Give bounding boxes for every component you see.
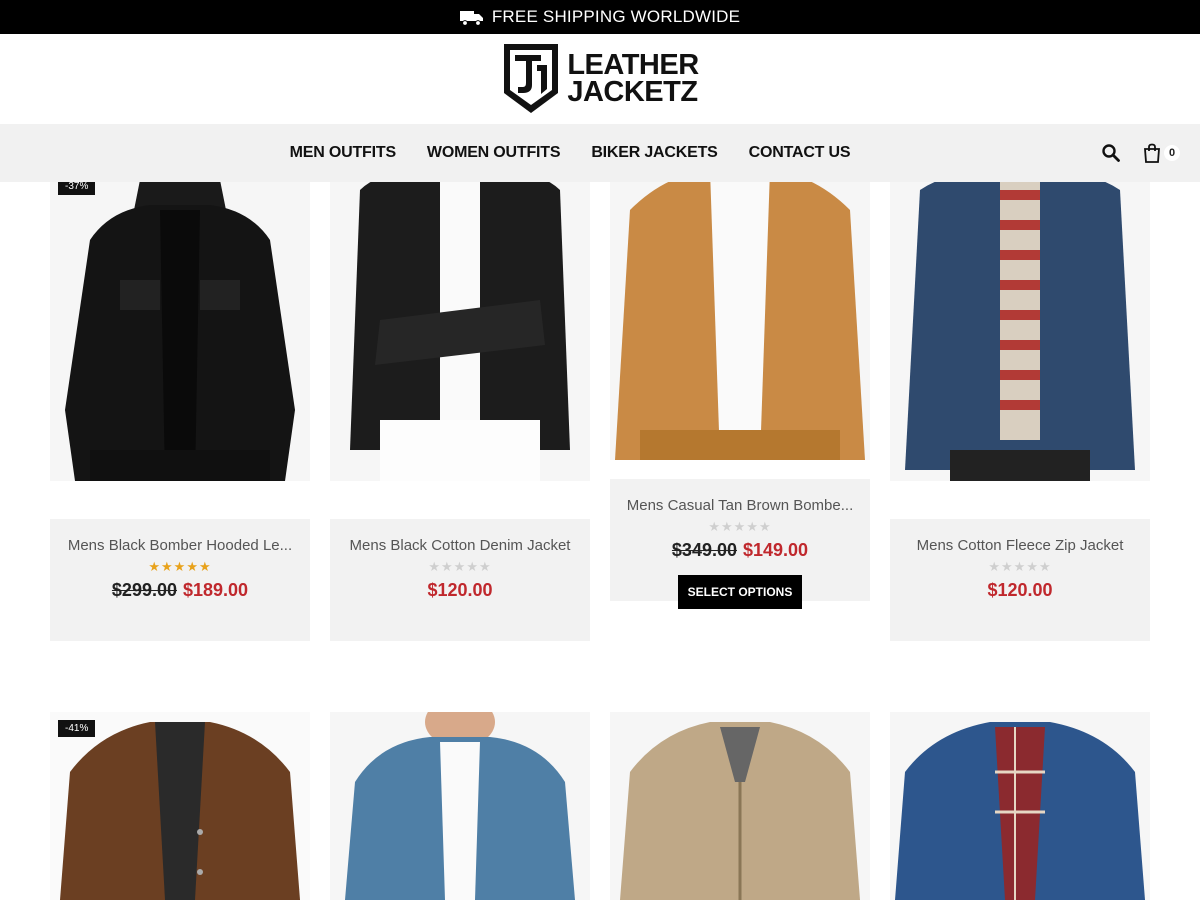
search-icon[interactable]: [1102, 144, 1120, 162]
product-info: Mens Black Cotton Denim Jacket ★★★★★ $12…: [330, 519, 590, 641]
nav-women-outfits[interactable]: WOMEN OUTFITS: [427, 144, 561, 162]
logo-line1: LEATHER: [567, 49, 699, 81]
product-name[interactable]: Mens Casual Tan Brown Bombe...: [610, 497, 870, 514]
nav-men-outfits[interactable]: MEN OUTFITS: [290, 144, 396, 162]
product-name[interactable]: Mens Cotton Fleece Zip Jacket: [890, 537, 1150, 554]
product-image[interactable]: [610, 712, 870, 900]
sale-price: $120.00: [427, 580, 493, 600]
sale-price: $189.00: [183, 580, 249, 600]
product-image[interactable]: [890, 712, 1150, 900]
cart-count: 0: [1164, 145, 1180, 161]
product-info: Mens Casual Tan Brown Bombe... ★★★★★ $34…: [610, 479, 870, 609]
main-nav: MEN OUTFITS WOMEN OUTFITS BIKER JACKETS …: [0, 124, 1200, 182]
shipping-text: FREE SHIPPING WORLDWIDE: [491, 7, 741, 26]
logo-wordmark: LEATHER JACKETZ: [567, 49, 699, 108]
truck-icon: [459, 11, 483, 26]
product-price: $299.00 $189.00: [50, 580, 310, 601]
product-price: $120.00: [890, 580, 1150, 601]
select-options-button[interactable]: SELECT OPTIONS: [677, 575, 803, 609]
nav-contact-us[interactable]: CONTACT US: [749, 144, 851, 162]
product-image[interactable]: [330, 712, 590, 900]
logo-line2: JACKETZ: [567, 76, 698, 108]
sale-price: $149.00: [743, 540, 809, 560]
header: LEATHER JACKETZ: [0, 34, 1200, 124]
rating-stars: ★★★★★: [708, 519, 772, 534]
rating-stars: ★★★★★: [148, 559, 212, 574]
product-name[interactable]: Mens Black Cotton Denim Jacket: [330, 537, 590, 554]
product-image[interactable]: [330, 170, 590, 481]
product-name[interactable]: Mens Black Bomber Hooded Le...: [50, 537, 310, 554]
old-price: $299.00: [111, 580, 177, 600]
shopping-bag-icon: [1144, 143, 1160, 163]
product-image[interactable]: [50, 170, 310, 481]
rating-stars: ★★★★★: [988, 559, 1052, 574]
shipping-banner: FREE SHIPPING WORLDWIDE: [0, 0, 1200, 34]
product-price: $120.00: [330, 580, 590, 601]
nav-biker-jackets[interactable]: BIKER JACKETS: [591, 144, 718, 162]
product-image[interactable]: [50, 712, 310, 900]
product-price: $349.00 $149.00: [610, 540, 870, 561]
product-image[interactable]: [890, 170, 1150, 481]
product-image[interactable]: [610, 170, 870, 460]
sale-price: $120.00: [987, 580, 1053, 600]
product-info: Mens Black Bomber Hooded Le... ★★★★★ $29…: [50, 519, 310, 641]
cart-button[interactable]: 0: [1142, 143, 1180, 163]
product-info: Mens Cotton Fleece Zip Jacket ★★★★★ $120…: [890, 519, 1150, 641]
sale-badge: -41%: [58, 720, 96, 737]
rating-stars: ★★★★★: [428, 559, 492, 574]
site-logo[interactable]: LEATHER JACKETZ: [501, 41, 699, 117]
old-price: $349.00: [671, 540, 737, 560]
logo-shield-icon: [504, 44, 559, 113]
